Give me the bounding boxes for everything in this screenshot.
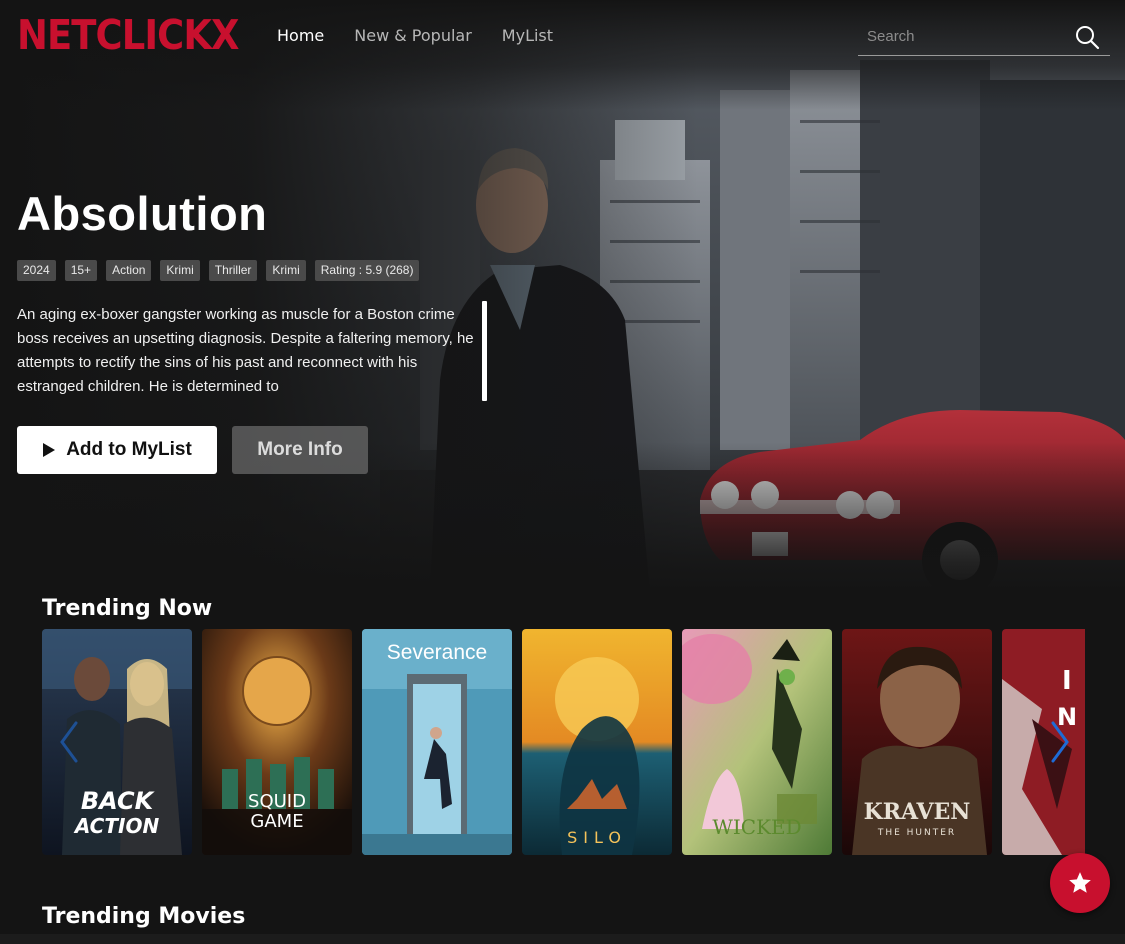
play-icon — [43, 443, 56, 457]
brand-logo[interactable]: NETCLICKX — [17, 10, 240, 60]
poster-image: SQUID GAME — [202, 629, 352, 855]
tag-year: 2024 — [17, 260, 56, 281]
poster-image: KRAVEN THE HUNTER — [842, 629, 992, 855]
trending-movies-row — [0, 934, 1125, 944]
top-navigation: NETCLICKX Home New & Popular MyList — [0, 0, 1125, 70]
poster-art-text: I — [1062, 666, 1072, 696]
nav-link-new-popular[interactable]: New & Popular — [354, 26, 472, 45]
add-to-mylist-label: Add to MyList — [66, 439, 192, 460]
poster-art-text: ACTION — [73, 814, 160, 838]
tag-age-rating: 15+ — [64, 260, 98, 281]
poster-image: Severance — [362, 629, 512, 855]
search-input[interactable] — [867, 24, 1067, 48]
add-to-mylist-button[interactable]: Add to MyList — [17, 426, 217, 474]
hero-title: Absolution — [17, 187, 268, 240]
poster-card[interactable]: SQUID GAME — [202, 629, 352, 855]
hero-description-container[interactable]: An aging ex-boxer gangster working as mu… — [17, 303, 489, 401]
search-bar — [858, 18, 1110, 56]
chevron-left-icon[interactable] — [54, 717, 84, 767]
poster-card[interactable]: KRAVEN THE HUNTER — [842, 629, 992, 855]
row-title-trending-now: Trending Now — [42, 596, 213, 621]
tag-genre: Krimi — [266, 260, 306, 281]
chevron-right-icon[interactable] — [1045, 717, 1075, 767]
search-icon[interactable] — [1074, 24, 1100, 50]
tag-genre: Thriller — [208, 260, 258, 281]
poster-card[interactable]: WICKED — [682, 629, 832, 855]
poster-card[interactable]: Severance — [362, 629, 512, 855]
star-icon — [1069, 872, 1091, 893]
nav-link-mylist[interactable]: MyList — [502, 26, 553, 45]
hero-tags: 2024 15+ Action Krimi Thriller Krimi Rat… — [17, 260, 420, 281]
poster-art-text: THE HUNTER — [877, 828, 956, 838]
poster-art-text: SILO — [567, 828, 627, 847]
trending-now-row: BACK ACTION SQUID GAME Severance SILO WI… — [42, 629, 1085, 855]
poster-image: SILO — [522, 629, 672, 855]
hero-banner — [0, 0, 1125, 592]
tag-genre: Action — [106, 260, 152, 281]
tag-rating: Rating : 5.9 (268) — [314, 260, 420, 281]
poster-art-text: BACK — [81, 787, 156, 815]
nav-link-home[interactable]: Home — [277, 26, 324, 45]
description-scrollbar[interactable] — [482, 301, 487, 401]
favorites-fab[interactable] — [1050, 853, 1110, 913]
hero-description: An aging ex-boxer gangster working as mu… — [17, 306, 474, 395]
poster-art-text: SQUID — [248, 791, 306, 812]
more-info-button[interactable]: More Info — [232, 426, 368, 474]
poster-art-text: GAME — [250, 811, 303, 832]
poster-art-text: WICKED — [712, 815, 801, 839]
poster-art-text: KRAVEN — [864, 799, 971, 825]
poster-card[interactable]: SILO — [522, 629, 672, 855]
poster-art-text: Severance — [387, 641, 487, 664]
nav-links: Home New & Popular MyList — [277, 26, 553, 45]
poster-image: WICKED — [682, 629, 832, 855]
tag-genre: Krimi — [160, 260, 200, 281]
row-title-trending-movies: Trending Movies — [42, 904, 246, 929]
